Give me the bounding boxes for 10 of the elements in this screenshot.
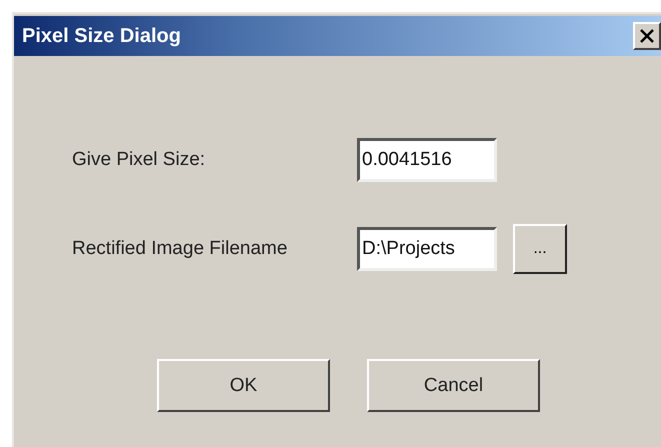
input-field[interactable]: 0.0041516 <box>357 138 497 182</box>
cancel-button[interactable]: Cancel <box>367 359 540 412</box>
close-button[interactable] <box>633 22 661 50</box>
field-label: Give Pixel Size: <box>72 149 206 171</box>
window-title: Pixel Size Dialog <box>22 24 181 48</box>
field-label: Rectified Image Filename <box>72 238 288 260</box>
ok-button[interactable]: OK <box>157 359 330 412</box>
close-icon <box>639 28 655 44</box>
input-field[interactable]: D:\Projects <box>357 227 497 271</box>
browse-button[interactable]: ... <box>513 224 567 274</box>
